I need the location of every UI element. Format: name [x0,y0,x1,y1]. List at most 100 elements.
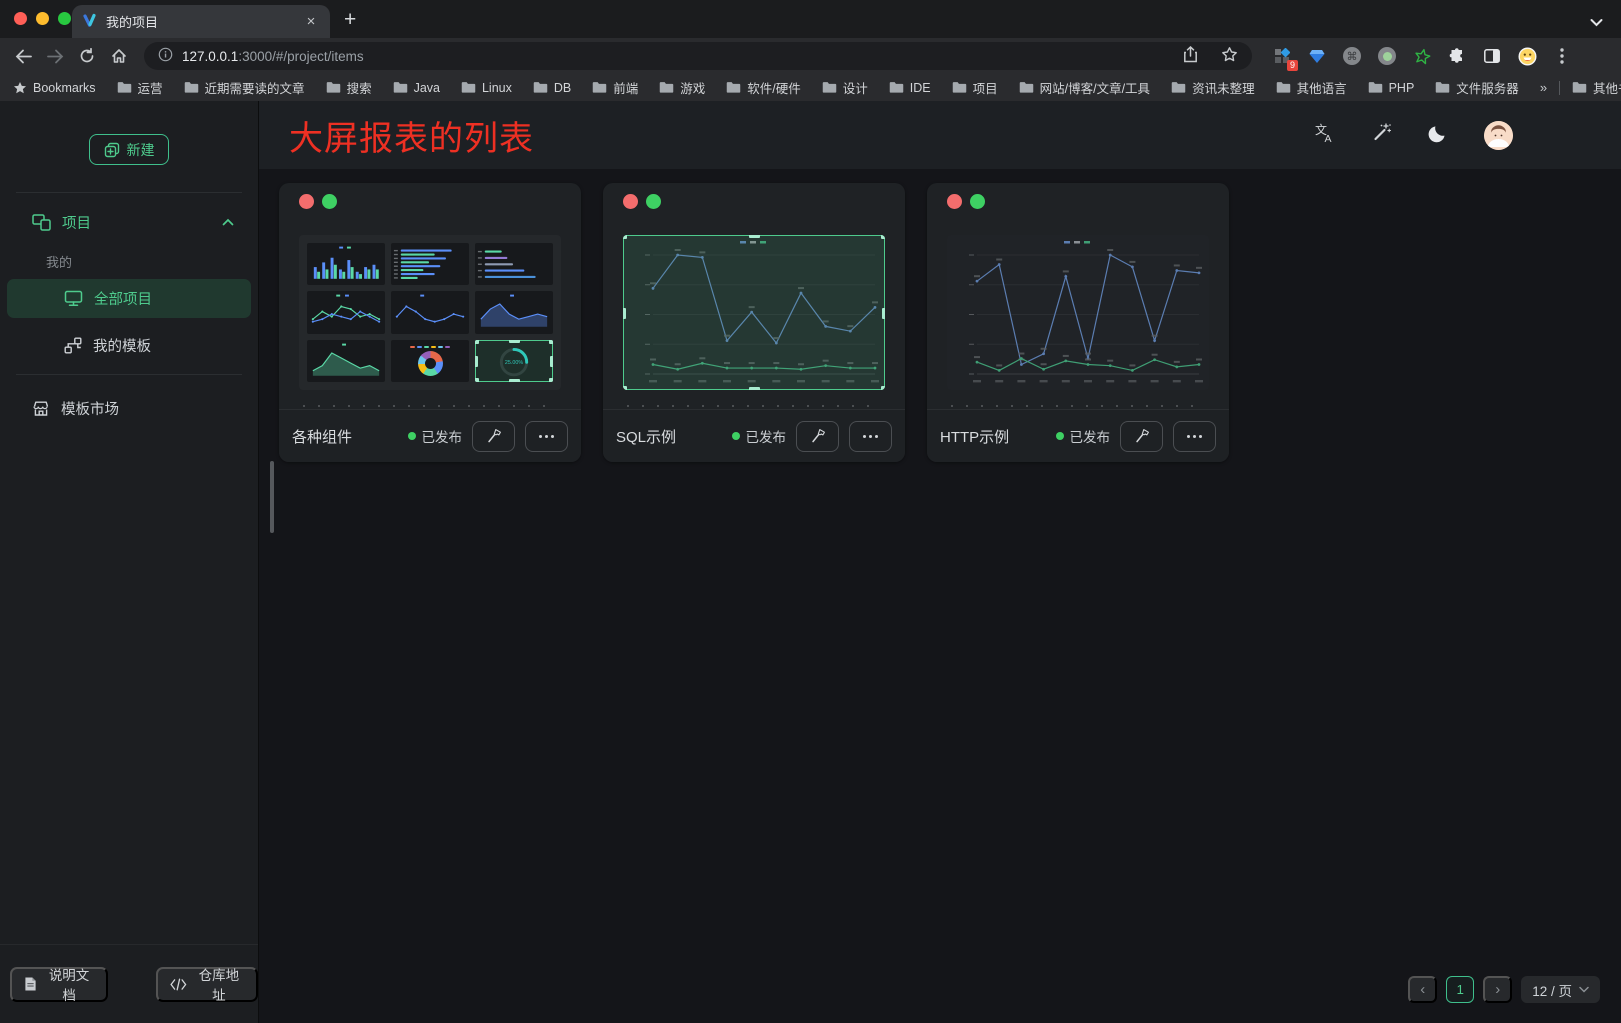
zoom-window-button[interactable] [58,12,71,25]
folder-icon [1276,81,1291,94]
docs-button[interactable]: 说明文档 [10,967,108,1002]
bookmark-folder[interactable]: 项目 [952,78,998,97]
folder-icon [1171,81,1186,94]
home-icon[interactable] [106,43,132,69]
bookmark-folder[interactable]: DB [533,81,571,95]
extension-star-icon[interactable] [1412,46,1432,66]
status-dot [732,432,740,440]
magic-wand-icon[interactable] [1371,122,1392,148]
main-content: 大屏报表的列表 文 A [259,101,1621,1023]
scrollbar-thumb[interactable] [270,461,274,533]
bookmark-folder[interactable]: 网站/博客/文章/工具 [1019,78,1150,97]
project-card[interactable]: SQL示例 已发布 [603,183,905,462]
project-thumbnail[interactable] [947,235,1209,390]
content-header: 大屏报表的列表 文 A [259,101,1621,169]
repo-button[interactable]: 仓库地址 [156,967,258,1002]
bookmark-folder[interactable]: 设计 [822,78,868,97]
project-thumbnail[interactable] [623,235,885,390]
bookmark-folder[interactable]: 搜索 [326,78,372,97]
mini-chart-gauge: 25.00% [475,340,553,382]
bookmark-folder[interactable]: 运营 [117,78,163,97]
bookmarks-root[interactable]: Bookmarks [13,81,96,95]
sidebar-item-my-templates[interactable]: 我的模板 [7,326,251,365]
chart-selection-overlay [475,340,553,382]
bookmark-folder[interactable]: 资讯未整理 [1171,78,1255,97]
svg-text:A: A [1325,133,1332,144]
new-tab-button[interactable]: + [344,8,356,38]
emoji-extension-icon[interactable] [1517,46,1537,66]
extensions-puzzle-icon[interactable] [1447,46,1467,66]
edit-hammer-button[interactable] [472,421,515,452]
address-bar[interactable]: 127.0.0.1:3000/#/project/items [144,42,1252,70]
card-red-dot [299,194,314,209]
bookmark-star-icon[interactable] [1221,46,1238,66]
sidebar-item-label: 我的模板 [93,335,151,356]
edit-hammer-button[interactable] [1120,421,1163,452]
bookmark-folder[interactable]: PHP [1368,81,1415,95]
bookmark-folder[interactable]: 软件/硬件 [726,78,800,97]
status-label: 已发布 [1070,426,1111,446]
current-page-button[interactable]: 1 [1446,976,1474,1003]
extension-grid-icon[interactable]: 9 [1272,46,1292,66]
folder-icon [533,81,548,94]
folder-icon [1435,81,1450,94]
more-actions-button[interactable] [849,421,892,452]
close-window-button[interactable] [14,12,27,25]
more-actions-button[interactable] [1173,421,1216,452]
other-bookmarks[interactable]: 其他书签 [1572,78,1621,97]
mini-chart-lines [307,291,385,333]
site-info-icon[interactable] [158,47,173,65]
page-size-select[interactable]: 12 / 页 [1521,976,1600,1003]
project-card[interactable]: 25.00% 各种组件 已发布 [279,183,581,462]
share-icon[interactable] [1183,46,1198,66]
edit-hammer-button[interactable] [796,421,839,452]
bookmark-folder-label: 前端 [613,78,638,97]
extension-command-icon[interactable]: ⌘ [1342,46,1362,66]
macos-window-controls[interactable] [14,12,71,25]
code-icon [170,978,187,991]
bookmark-folder[interactable]: Java [393,81,440,95]
next-page-button[interactable]: › [1483,976,1512,1003]
project-card-list: 25.00% 各种组件 已发布 [279,183,1229,462]
new-project-button[interactable]: 新建 [89,134,169,165]
more-actions-button[interactable] [525,421,568,452]
side-panel-icon[interactable] [1482,46,1502,66]
reload-icon[interactable] [74,43,100,69]
dotted-divider [303,405,557,407]
sidebar-market-label: 模板市场 [61,398,119,419]
forward-icon[interactable] [42,43,68,69]
language-toggle-icon[interactable]: 文 A [1313,122,1335,149]
browser-tab[interactable]: 我的项目 × [72,5,330,38]
back-icon[interactable] [10,43,36,69]
bookmark-folder[interactable]: IDE [889,81,931,95]
bookmark-folder[interactable]: Linux [461,81,512,95]
bookmark-folder[interactable]: 其他语言 [1276,78,1347,97]
extension-gem-icon[interactable] [1307,46,1327,66]
bookmark-folder[interactable]: 文件服务器 [1435,78,1519,97]
pagination: ‹ 1 › 12 / 页 [1408,976,1600,1003]
dark-mode-moon-icon[interactable] [1428,123,1448,148]
bookmark-folder[interactable]: 近期需要读的文章 [184,78,305,97]
sidebar-group-projects[interactable]: 项目 [0,204,258,240]
dotted-divider [951,405,1205,407]
bookmarks-overflow-icon[interactable]: » [1540,80,1547,95]
bookmark-folder[interactable]: 前端 [592,78,638,97]
browser-menu-icon[interactable] [1552,46,1572,66]
bookmark-folder[interactable]: 游戏 [659,78,705,97]
extension-record-icon[interactable] [1377,46,1397,66]
folder-icon [117,81,132,94]
minimize-window-button[interactable] [36,12,49,25]
sidebar-item-all-projects[interactable]: 全部项目 [7,279,251,318]
chevron-down-icon [1579,986,1589,993]
user-avatar[interactable] [1484,121,1513,150]
prev-page-button[interactable]: ‹ [1408,976,1437,1003]
tab-search-chevron-icon[interactable] [1590,14,1603,32]
project-thumbnail[interactable]: 25.00% [299,235,561,390]
folder-icon [726,81,741,94]
bookmarks-star-icon [13,81,27,95]
chevron-up-icon[interactable] [222,218,234,226]
hammer-icon [1134,428,1150,444]
project-card[interactable]: HTTP示例 已发布 [927,183,1229,462]
tab-close-icon[interactable]: × [302,13,320,31]
sidebar-item-template-market[interactable]: 模板市场 [0,390,258,426]
